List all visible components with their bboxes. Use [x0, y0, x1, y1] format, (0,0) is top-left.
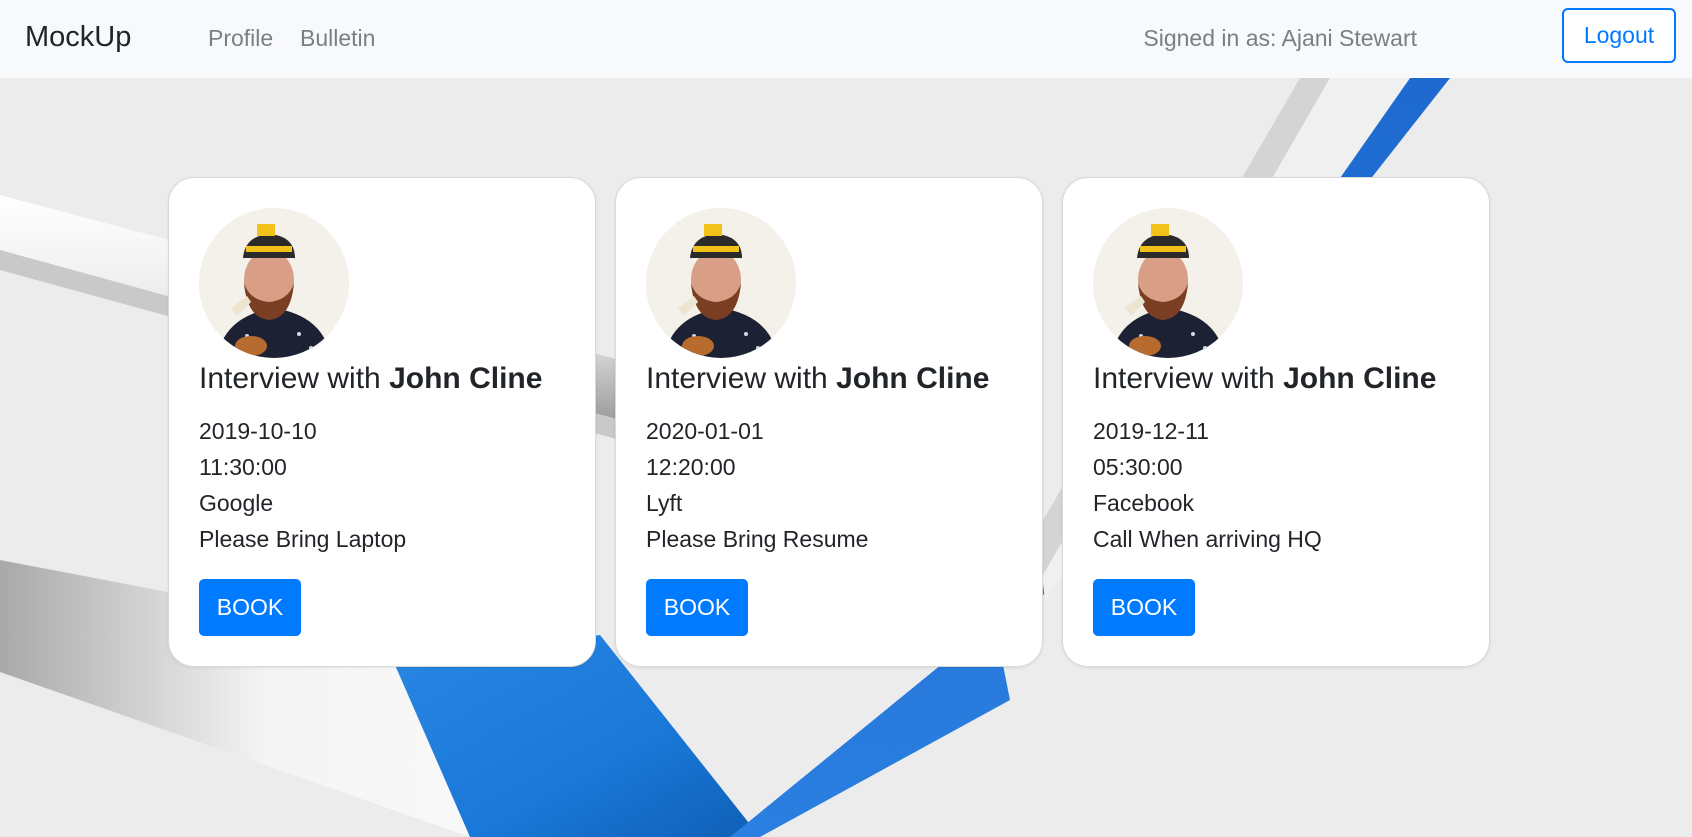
avatar-icon [199, 208, 349, 358]
interview-company: Google [199, 490, 274, 516]
book-button[interactable]: BOOK [1093, 579, 1195, 636]
card-title-prefix: Interview with [1093, 362, 1284, 395]
interview-note: Please Bring Resume [646, 526, 869, 552]
brand-logo[interactable]: MockUp [25, 18, 131, 56]
signed-in-text: Signed in as: Ajani Stewart [1143, 25, 1417, 51]
person-with-pipe-avatar [199, 208, 349, 358]
interview-company: Lyft [646, 490, 683, 516]
card-title-prefix: Interview with [646, 362, 837, 395]
interview-time: 11:30:00 [199, 454, 287, 480]
interview-date: 2019-12-11 [1093, 418, 1209, 444]
interview-time: 12:20:00 [646, 454, 736, 480]
interview-note: Please Bring Laptop [199, 526, 407, 552]
book-button[interactable]: BOOK [646, 579, 748, 636]
logout-button[interactable]: Logout [1562, 8, 1676, 63]
interview-card: Interview with John Cline 2020-01-01 12:… [615, 177, 1043, 667]
top-navbar: MockUp Profile Bulletin Signed in as: Aj… [0, 0, 1692, 78]
interview-time: 05:30:00 [1093, 454, 1183, 480]
card-title-name: John Cline [389, 362, 543, 395]
card-title-prefix: Interview with [199, 362, 390, 395]
interview-card: Interview with John Cline 2019-10-10 11:… [168, 177, 596, 667]
person-with-pipe-avatar [1093, 208, 1243, 358]
card-title: Interview with John Cline [646, 359, 1026, 399]
avatar-icon [1093, 208, 1243, 358]
interview-card: Interview with John Cline 2019-12-11 05:… [1062, 177, 1490, 667]
book-button[interactable]: BOOK [199, 579, 301, 636]
page: MockUp Profile Bulletin Signed in as: Aj… [0, 0, 1692, 837]
interview-note: Call When arriving HQ [1093, 526, 1322, 552]
nav-link-bulletin[interactable]: Bulletin [300, 22, 375, 54]
nav-link-profile[interactable]: Profile [208, 22, 273, 54]
card-title-name: John Cline [1283, 362, 1437, 395]
person-with-pipe-avatar [646, 208, 796, 358]
card-title-name: John Cline [836, 362, 990, 395]
card-title: Interview with John Cline [199, 359, 579, 399]
avatar-icon [646, 208, 796, 358]
interview-date: 2020-01-01 [646, 418, 764, 444]
card-title: Interview with John Cline [1093, 359, 1473, 399]
interview-date: 2019-10-10 [199, 418, 317, 444]
interview-company: Facebook [1093, 490, 1195, 516]
